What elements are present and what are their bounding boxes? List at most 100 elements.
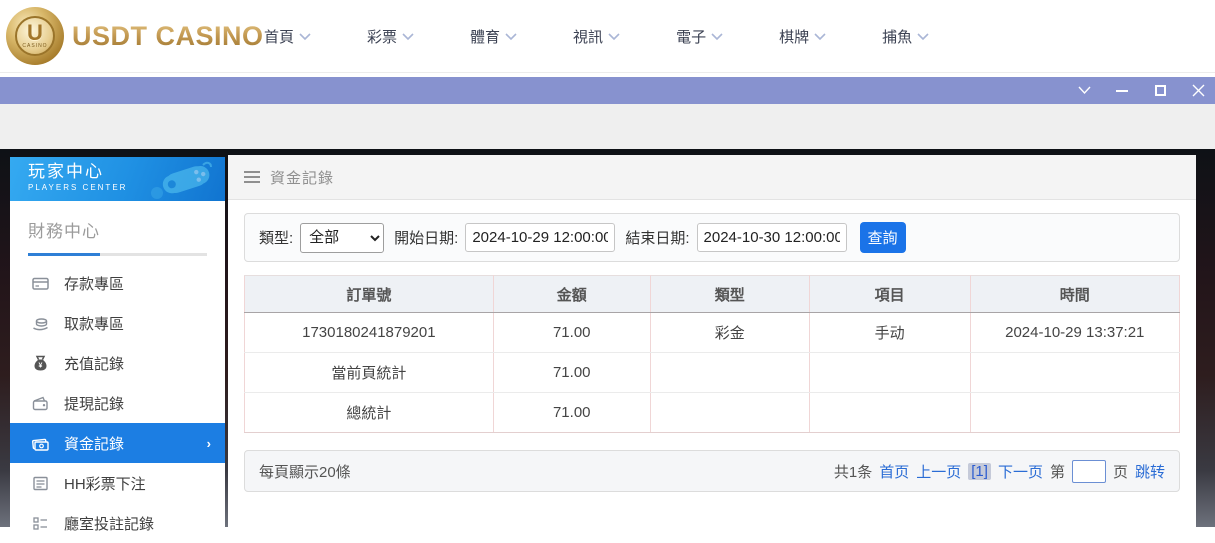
logo-coin-icon: U CASINO <box>6 7 64 65</box>
nav-label: 首頁 <box>264 26 294 47</box>
jump-prefix: 第 <box>1050 461 1065 482</box>
sidebar-item-recharge-record[interactable]: ¥ 充值記錄 <box>10 343 225 383</box>
minimize-icon[interactable] <box>1113 82 1131 100</box>
banknote-icon <box>32 435 49 452</box>
sidebar-section: 財務中心 <box>10 201 225 256</box>
chevron-right-icon: › <box>207 436 211 451</box>
pagination-bar: 每頁顯示20條 共1条 首页 上一页 [1] 下一页 第 页 跳转 <box>244 450 1180 492</box>
nav-item-sports[interactable]: 體育 <box>470 26 517 47</box>
col-type: 類型 <box>650 276 809 313</box>
cell-order-no: 1730180241879201 <box>245 313 494 353</box>
chevron-down-icon <box>505 33 517 41</box>
chevron-down-icon <box>299 33 311 41</box>
start-date-label: 開始日期: <box>394 227 458 248</box>
logo-small-text: CASINO <box>22 43 47 49</box>
search-button[interactable]: 查詢 <box>860 222 906 253</box>
jump-suffix: 页 <box>1113 461 1128 482</box>
svg-text:¥: ¥ <box>39 362 43 369</box>
sidebar-item-funds-record[interactable]: 資金記錄 › <box>10 423 225 463</box>
logo-letter: U <box>27 23 43 43</box>
chevron-down-icon <box>402 33 414 41</box>
funds-table: 訂單號 金額 類型 項目 時間 1730180241879201 71.00 彩… <box>244 275 1180 433</box>
sidebar-item-room-bet-record[interactable]: 廳室投註記錄 <box>10 503 225 543</box>
jump-button[interactable]: 跳转 <box>1135 461 1165 482</box>
brand-name: USDT CASINO <box>72 21 264 52</box>
menu-label: 充值記錄 <box>64 353 124 374</box>
window-titlebar[interactable] <box>0 77 1215 104</box>
close-icon[interactable] <box>1189 82 1207 100</box>
nav-item-fishing[interactable]: 捕魚 <box>882 26 929 47</box>
sidebar-header: 玩家中心 PLAYERS CENTER <box>10 157 225 201</box>
site-header: U CASINO USDT CASINO 首頁 彩票 體育 視訊 電子 棋牌 <box>0 0 1215 73</box>
nav-item-home[interactable]: 首頁 <box>264 26 311 47</box>
cell-item: 手动 <box>809 313 970 353</box>
total-count-text: 共1条 <box>834 461 872 482</box>
nav-item-lottery[interactable]: 彩票 <box>367 26 414 47</box>
deposit-card-icon <box>32 275 49 292</box>
table-header-row: 訂單號 金額 類型 項目 時間 <box>245 276 1180 313</box>
first-page-link[interactable]: 首页 <box>879 461 909 482</box>
end-date-input[interactable] <box>697 223 847 252</box>
next-page-link[interactable]: 下一页 <box>998 461 1043 482</box>
document-icon <box>32 475 49 492</box>
start-date-input[interactable] <box>465 223 615 252</box>
gamepad-icon <box>143 159 215 199</box>
money-bag-icon: ¥ <box>32 355 49 372</box>
sidebar-item-withdrawal-record[interactable]: 提現記錄 <box>10 383 225 423</box>
type-select[interactable]: 全部 <box>300 223 384 253</box>
prev-page-link[interactable]: 上一页 <box>916 461 961 482</box>
cell-amount: 71.00 <box>493 313 650 353</box>
sidebar-item-withdraw[interactable]: 取款專區 <box>10 303 225 343</box>
cell-label: 總統計 <box>245 393 494 433</box>
collapse-chevron-icon[interactable] <box>1075 82 1093 100</box>
brand-logo[interactable]: U CASINO USDT CASINO <box>6 7 264 65</box>
sidebar-menu: 存款專區 取款專區 ¥ 充值記錄 提現記錄 資金記錄 › <box>10 263 225 543</box>
menu-label: 資金記錄 <box>64 433 124 454</box>
nav-label: 電子 <box>676 26 706 47</box>
end-date-label: 結束日期: <box>625 227 689 248</box>
menu-label: HH彩票下注 <box>64 473 146 494</box>
page-jump-input[interactable] <box>1072 460 1106 483</box>
table-row: 1730180241879201 71.00 彩金 手动 2024-10-29 … <box>245 313 1180 353</box>
hamburger-icon[interactable] <box>244 171 260 183</box>
chevron-down-icon <box>608 33 620 41</box>
col-time: 時間 <box>970 276 1179 313</box>
page-title: 資金記錄 <box>270 167 334 188</box>
col-order-no: 訂單號 <box>245 276 494 313</box>
cell-amount: 71.00 <box>493 393 650 433</box>
menu-label: 廳室投註記錄 <box>64 513 154 534</box>
content-panel: 資金記錄 類型: 全部 開始日期: 結束日期: 查詢 訂單號 金額 <box>228 155 1196 527</box>
sidebar-item-deposit[interactable]: 存款專區 <box>10 263 225 303</box>
main-nav: 首頁 彩票 體育 視訊 電子 棋牌 捕魚 <box>264 0 929 73</box>
table-row-grand-total: 總統計 71.00 <box>245 393 1180 433</box>
filter-bar: 類型: 全部 開始日期: 結束日期: 查詢 <box>244 213 1180 262</box>
nav-item-slots[interactable]: 電子 <box>676 26 723 47</box>
table-row-page-total: 當前頁統計 71.00 <box>245 353 1180 393</box>
current-page-indicator: [1] <box>968 463 991 480</box>
nav-label: 體育 <box>470 26 500 47</box>
maximize-icon[interactable] <box>1151 82 1169 100</box>
nav-item-live[interactable]: 視訊 <box>573 26 620 47</box>
nav-label: 視訊 <box>573 26 603 47</box>
type-label: 類型: <box>259 227 293 248</box>
sidebar-item-hh-lottery-bets[interactable]: HH彩票下注 <box>10 463 225 503</box>
nav-label: 捕魚 <box>882 26 912 47</box>
menu-label: 提現記錄 <box>64 393 124 414</box>
col-item: 項目 <box>809 276 970 313</box>
section-underline <box>28 253 207 256</box>
nav-label: 彩票 <box>367 26 397 47</box>
toolbar-band <box>0 104 1215 149</box>
chevron-down-icon <box>917 33 929 41</box>
nav-item-cards[interactable]: 棋牌 <box>779 26 826 47</box>
withdraw-hand-icon <box>32 315 49 332</box>
chevron-down-icon <box>814 33 826 41</box>
cell-type: 彩金 <box>650 313 809 353</box>
chevron-down-icon <box>711 33 723 41</box>
col-amount: 金額 <box>493 276 650 313</box>
cell-label: 當前頁統計 <box>245 353 494 393</box>
cell-amount: 71.00 <box>493 353 650 393</box>
wallet-icon <box>32 395 49 412</box>
sidebar-section-label: 財務中心 <box>28 217 207 242</box>
cell-time: 2024-10-29 13:37:21 <box>970 313 1179 353</box>
content-body: 類型: 全部 開始日期: 結束日期: 查詢 訂單號 金額 類型 項目 <box>228 200 1196 492</box>
